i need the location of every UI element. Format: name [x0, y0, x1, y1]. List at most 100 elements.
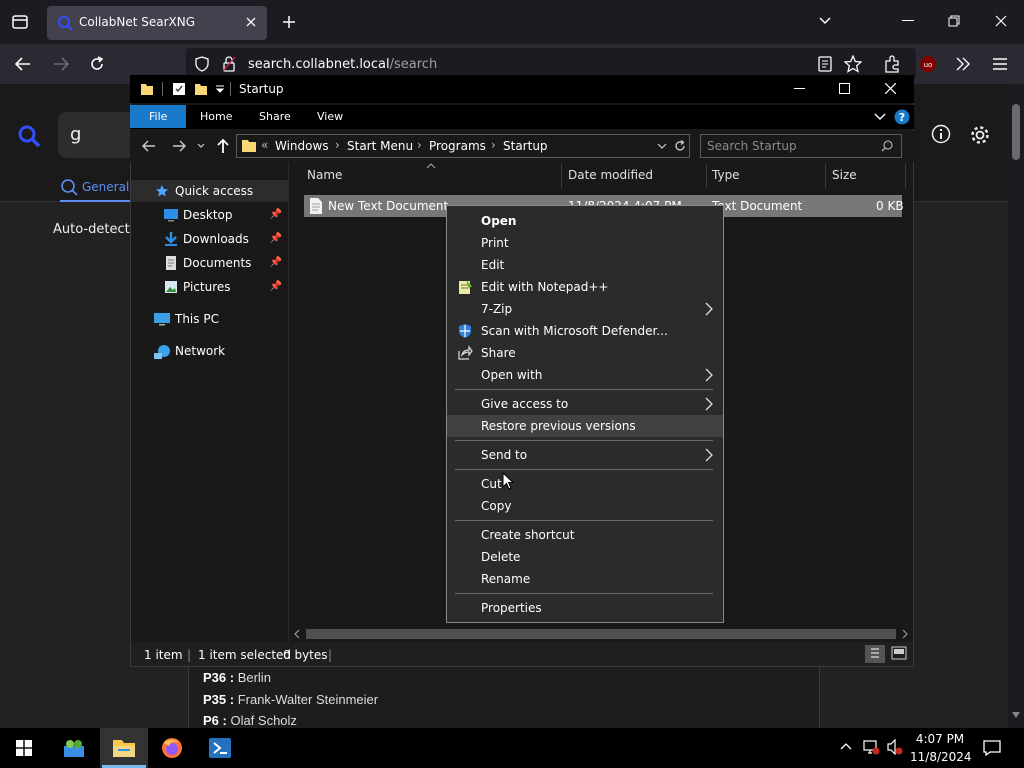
taskbar-app-file-explorer[interactable]	[100, 728, 148, 768]
explorer-close-icon[interactable]	[885, 83, 896, 94]
column-divider[interactable]	[706, 164, 707, 188]
menu-item-cut[interactable]: Cut	[447, 473, 723, 495]
breadcrumb-startup[interactable]: Startup	[503, 139, 548, 153]
scroll-right-icon[interactable]	[902, 630, 908, 638]
breadcrumb-windows[interactable]: Windows	[275, 139, 329, 153]
column-header-name[interactable]: Name	[307, 168, 342, 182]
ublock-icon[interactable]: uo	[919, 55, 937, 73]
ribbon-tab-file[interactable]: File	[130, 105, 186, 128]
page-scrollbar[interactable]	[1008, 84, 1024, 728]
up-folder-icon[interactable]	[216, 138, 230, 154]
searxng-logo-icon[interactable]	[16, 123, 42, 149]
address-history-chevron-icon[interactable]	[657, 143, 667, 150]
start-button[interactable]	[0, 728, 48, 768]
large-icons-view-icon[interactable]	[891, 646, 907, 660]
notifications-icon[interactable]	[983, 739, 1001, 757]
properties-qat-icon[interactable]	[172, 82, 186, 96]
nav-item-pictures[interactable]: Pictures 📌	[131, 276, 288, 298]
menu-item-delete[interactable]: Delete	[447, 546, 723, 568]
clock-date[interactable]: 11/8/2024	[910, 750, 972, 764]
horizontal-scrollbar[interactable]	[290, 626, 913, 642]
nav-item-desktop[interactable]: Desktop 📌	[131, 204, 288, 226]
breadcrumb-programs[interactable]: Programs	[429, 139, 486, 153]
help-icon[interactable]: ?	[894, 109, 910, 125]
explorer-search-box[interactable]	[700, 134, 902, 158]
new-folder-qat-icon[interactable]	[194, 82, 208, 96]
explorer-maximize-icon[interactable]	[839, 83, 850, 94]
browser-tab[interactable]: CollabNet SearXNG	[47, 6, 267, 40]
ribbon-tab-share[interactable]: Share	[259, 110, 291, 123]
taskbar-app-powershell[interactable]	[196, 728, 244, 768]
new-tab-icon[interactable]	[281, 14, 297, 30]
menu-item-edit[interactable]: Edit	[447, 254, 723, 276]
clock-time[interactable]: 4:07 PM	[914, 732, 966, 746]
menu-item-7zip[interactable]: 7-Zip	[447, 298, 723, 320]
menu-item-share[interactable]: Share	[447, 342, 723, 364]
breadcrumb-start-menu[interactable]: Start Menu	[347, 139, 413, 153]
breadcrumb-chevron-icon[interactable]: ›	[417, 138, 422, 152]
menu-item-print[interactable]: Print	[447, 232, 723, 254]
column-divider[interactable]	[905, 164, 906, 188]
scroll-down-arrow-icon[interactable]	[1012, 712, 1020, 718]
show-hidden-icons-chevron-icon[interactable]	[840, 742, 852, 750]
extensions-icon[interactable]	[883, 55, 901, 73]
scroll-left-icon[interactable]	[294, 630, 300, 638]
reader-view-icon[interactable]	[818, 56, 832, 72]
horizontal-scroll-thumb[interactable]	[306, 629, 896, 639]
column-header-type[interactable]: Type	[712, 168, 740, 182]
ribbon-tab-home[interactable]: Home	[200, 110, 232, 123]
explorer-minimize-icon[interactable]	[794, 88, 805, 90]
menu-item-properties[interactable]: Properties	[447, 597, 723, 619]
forward-icon[interactable]	[52, 56, 70, 72]
nav-item-quick-access[interactable]: Quick access	[131, 180, 288, 202]
lock-icon[interactable]	[222, 56, 236, 72]
menu-hamburger-icon[interactable]	[992, 57, 1008, 71]
breadcrumb-chevron-icon[interactable]: ›	[335, 138, 340, 152]
menu-item-defender[interactable]: Scan with Microsoft Defender...	[447, 320, 723, 342]
tab-list-chevron-icon[interactable]	[818, 16, 832, 26]
menu-item-restore-versions[interactable]: Restore previous versions	[447, 415, 723, 437]
details-view-icon[interactable]	[865, 645, 885, 663]
back-icon[interactable]	[14, 56, 32, 72]
qat-dropdown-icon[interactable]	[216, 85, 224, 93]
address-refresh-icon[interactable]	[673, 139, 687, 153]
preferences-gear-icon[interactable]	[969, 124, 991, 146]
menu-item-rename[interactable]: Rename	[447, 568, 723, 590]
breadcrumb-chevron-icon[interactable]: ›	[491, 138, 496, 152]
menu-item-edit-notepad[interactable]: Edit with Notepad++	[447, 276, 723, 298]
menu-item-open-with[interactable]: Open with	[447, 364, 723, 386]
column-header-date[interactable]: Date modified	[568, 168, 653, 182]
shield-icon[interactable]	[194, 56, 210, 72]
restore-icon[interactable]	[948, 15, 960, 27]
nav-item-downloads[interactable]: Downloads 📌	[131, 228, 288, 250]
tab-close-icon[interactable]	[245, 16, 257, 28]
explorer-titlebar[interactable]: Startup	[130, 75, 914, 103]
column-divider[interactable]	[825, 164, 826, 188]
web-search-input[interactable]: g	[58, 112, 138, 158]
web-tab-general[interactable]: General	[60, 177, 130, 201]
ribbon-expand-icon[interactable]	[874, 113, 886, 121]
volume-muted-icon[interactable]	[886, 739, 904, 755]
autodetect-label[interactable]: Auto-detect (	[53, 222, 139, 237]
breadcrumb-overflow[interactable]: «	[261, 138, 268, 152]
column-divider[interactable]	[561, 164, 562, 188]
nav-item-documents[interactable]: Documents 📌	[131, 252, 288, 274]
explorer-back-icon[interactable]	[142, 139, 156, 153]
menu-item-copy[interactable]: Copy	[447, 495, 723, 517]
explorer-forward-icon[interactable]	[172, 139, 186, 153]
reload-icon[interactable]	[88, 55, 106, 73]
nav-item-network[interactable]: Network	[131, 340, 288, 362]
page-scrollbar-thumb[interactable]	[1012, 104, 1020, 160]
menu-item-give-access[interactable]: Give access to	[447, 393, 723, 415]
menu-item-open[interactable]: Open	[447, 210, 723, 232]
more-tools-icon[interactable]	[955, 57, 971, 71]
minimize-icon[interactable]	[902, 20, 914, 22]
column-header-size[interactable]: Size	[832, 168, 857, 182]
network-tray-icon[interactable]	[862, 739, 880, 755]
close-window-icon[interactable]	[995, 15, 1007, 27]
nav-item-this-pc[interactable]: This PC	[131, 308, 288, 330]
taskbar-app-network-settings[interactable]	[50, 728, 98, 768]
recent-locations-icon[interactable]	[197, 143, 205, 149]
bookmark-star-icon[interactable]	[844, 55, 862, 73]
ribbon-tab-view[interactable]: View	[317, 110, 343, 123]
